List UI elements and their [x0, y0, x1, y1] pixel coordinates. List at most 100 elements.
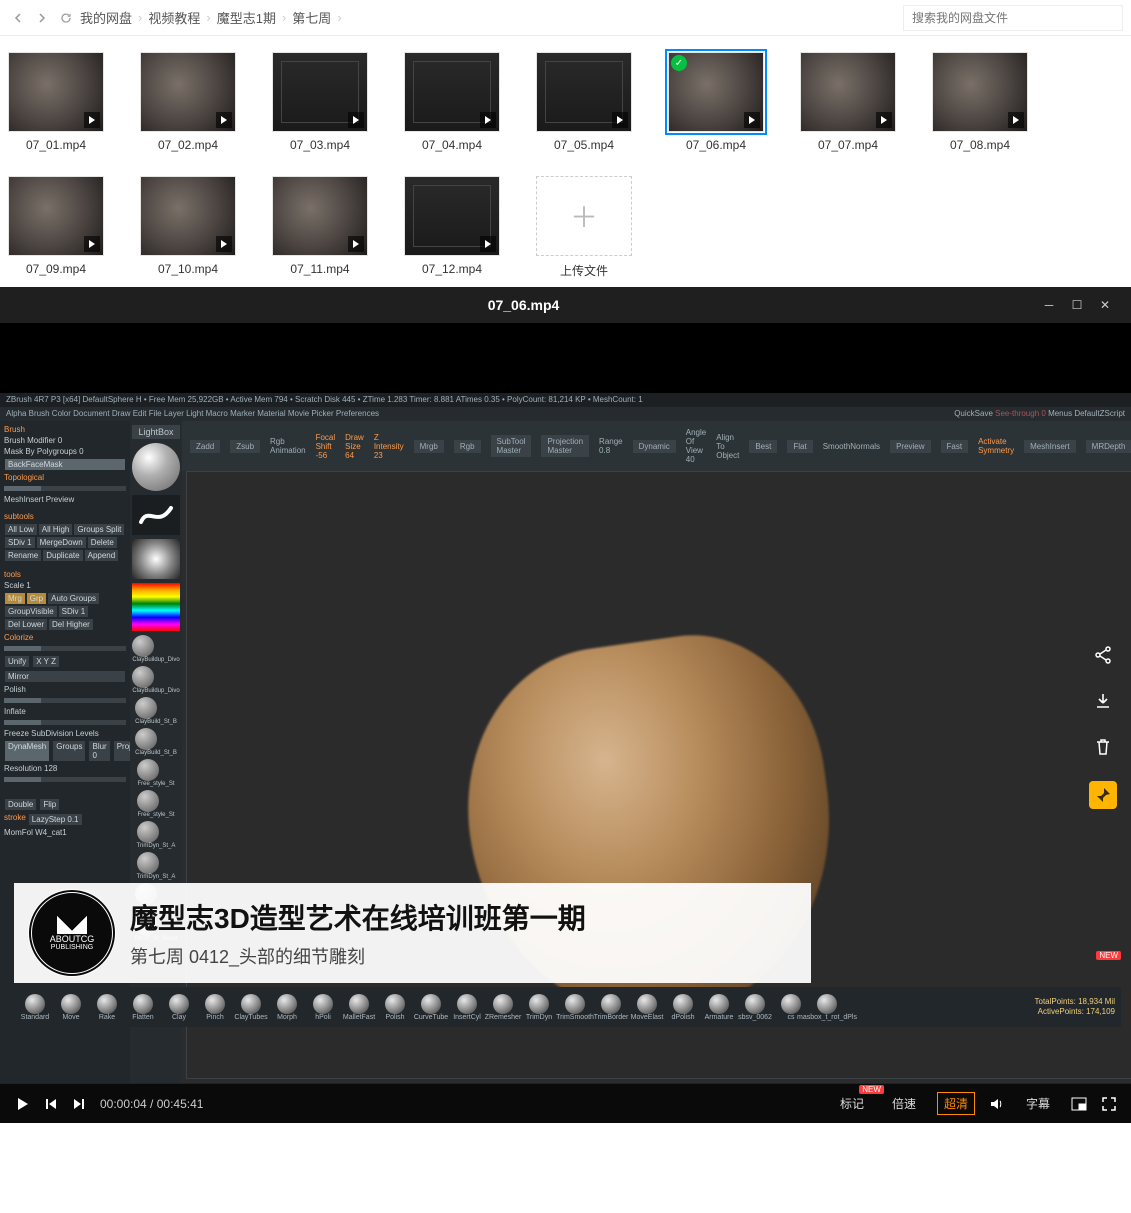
- file-tile[interactable]: 07_12.mp4: [404, 176, 500, 279]
- download-icon[interactable]: [1091, 689, 1115, 713]
- zb-focal[interactable]: Focal Shift -56: [316, 433, 336, 460]
- zb-brushrow-item[interactable]: dPolish: [668, 994, 698, 1021]
- zb-brushrow-item[interactable]: Rake: [92, 994, 122, 1021]
- zb-flat[interactable]: Flat: [787, 440, 812, 453]
- zb-brushrow-item[interactable]: TrimSmooth: [560, 994, 590, 1021]
- crumb-3[interactable]: 第七周: [292, 8, 331, 27]
- mark-button[interactable]: 标记: [833, 1092, 871, 1115]
- zb-drawsize[interactable]: Draw Size 64: [345, 433, 364, 460]
- zb-slider-b[interactable]: [4, 646, 126, 651]
- window-maximize[interactable]: ☐: [1063, 291, 1091, 319]
- prev-button[interactable]: [44, 1097, 58, 1111]
- file-thumb[interactable]: [536, 52, 632, 132]
- file-tile[interactable]: 07_08.mp4: [932, 52, 1028, 152]
- zb-brushrow-item[interactable]: Polish: [380, 994, 410, 1021]
- zb-zadd[interactable]: Zadd: [190, 440, 220, 453]
- zb-polish[interactable]: Polish: [4, 685, 126, 694]
- file-tile[interactable]: 07_05.mp4: [536, 52, 632, 152]
- zb-brushrow-item[interactable]: MoveElast: [632, 994, 662, 1021]
- nav-back[interactable]: [8, 8, 28, 28]
- file-thumb[interactable]: ✓: [668, 52, 764, 132]
- zb-brush-icon[interactable]: [132, 635, 154, 657]
- zb-brushrow-item[interactable]: ZRemesher: [488, 994, 518, 1021]
- file-tile[interactable]: 07_10.mp4: [140, 176, 236, 279]
- zb-slider-c[interactable]: [4, 698, 126, 703]
- zb-inflate[interactable]: Inflate: [4, 707, 126, 716]
- zb-range[interactable]: Range 0.8: [599, 437, 623, 455]
- play-button[interactable]: [14, 1096, 30, 1112]
- nav-fwd[interactable]: [32, 8, 52, 28]
- quality-button[interactable]: 超清: [937, 1092, 975, 1115]
- zb-mask[interactable]: Mask By Polygroups 0: [4, 447, 126, 456]
- subtitle-button[interactable]: 字幕: [1019, 1092, 1057, 1115]
- file-tile[interactable]: 07_02.mp4: [140, 52, 236, 152]
- zb-brushrow-item[interactable]: Flatten: [128, 994, 158, 1021]
- volume-icon[interactable]: [989, 1096, 1005, 1112]
- zb-mirror[interactable]: Mirror: [5, 671, 125, 682]
- crumb-1[interactable]: 视频教程: [148, 8, 200, 27]
- zb-left-btn[interactable]: Grp: [27, 593, 46, 604]
- file-thumb[interactable]: [8, 52, 104, 132]
- zb-left-btn[interactable]: Auto Groups: [48, 593, 99, 604]
- zb-brushrow-item[interactable]: MalletFast: [344, 994, 374, 1021]
- zb-subtoolmaster[interactable]: SubTool Master: [491, 435, 532, 457]
- zb-left-btn[interactable]: Del Higher: [49, 619, 93, 630]
- file-tile[interactable]: 07_09.mp4: [8, 176, 104, 279]
- zb-backface[interactable]: BackFaceMask: [5, 459, 125, 470]
- zb-projmaster[interactable]: Projection Master: [541, 435, 589, 457]
- file-thumb[interactable]: [404, 176, 500, 256]
- zb-mrgb[interactable]: Mrgb: [414, 440, 444, 453]
- zb-brushrow-item[interactable]: Standard: [20, 994, 50, 1021]
- upload-tile[interactable]: ＋上传文件: [536, 176, 632, 279]
- zb-left-btn[interactable]: GroupVisible: [5, 606, 57, 617]
- zb-brushrow-item[interactable]: Pinch: [200, 994, 230, 1021]
- zb-slider-d[interactable]: [4, 720, 126, 725]
- zb-brushrow-item[interactable]: CurveTube: [416, 994, 446, 1021]
- zb-left-btn[interactable]: Rename: [5, 550, 41, 561]
- file-thumb[interactable]: [8, 176, 104, 256]
- zb-actsym[interactable]: Activate Symmetry: [978, 437, 1014, 455]
- zb-double[interactable]: Double: [5, 799, 36, 810]
- zb-brush-icon[interactable]: [135, 697, 157, 719]
- zb-alpha-swatch[interactable]: [132, 539, 180, 579]
- nav-refresh[interactable]: [56, 8, 76, 28]
- zb-best[interactable]: Best: [749, 440, 777, 453]
- zb-brush-icon[interactable]: [137, 821, 159, 843]
- file-tile[interactable]: ✓07_06.mp4: [668, 52, 764, 152]
- zb-brushrow-item[interactable]: Armature: [704, 994, 734, 1021]
- zb-brush-icon[interactable]: [132, 666, 154, 688]
- zb-stroke-swatch[interactable]: [132, 495, 180, 535]
- window-minimize[interactable]: ─: [1035, 291, 1063, 319]
- zb-preview[interactable]: Preview: [890, 440, 930, 453]
- next-button[interactable]: [72, 1097, 86, 1111]
- zb-meshinsert-preview[interactable]: MeshInsert Preview: [4, 495, 126, 504]
- search-input[interactable]: [903, 5, 1123, 31]
- zb-mrdepth[interactable]: MRDepth: [1086, 440, 1131, 453]
- pip-icon[interactable]: [1071, 1097, 1087, 1111]
- zb-brushrow-item[interactable]: Clay: [164, 994, 194, 1021]
- zb-dynamesh[interactable]: DynaMesh: [5, 741, 49, 761]
- search-box[interactable]: [903, 5, 1123, 31]
- zb-left-btn[interactable]: All Low: [5, 524, 37, 535]
- zb-momfol[interactable]: MomFol W4_cat1: [4, 828, 126, 837]
- file-thumb[interactable]: [140, 52, 236, 132]
- zb-meshinsert[interactable]: MeshInsert: [1024, 440, 1076, 453]
- zb-brushrow-item[interactable]: sbsv_0062: [740, 994, 770, 1021]
- delete-icon[interactable]: [1091, 735, 1115, 759]
- upload-thumb[interactable]: ＋: [536, 176, 632, 256]
- zb-aov[interactable]: Angle Of View 40: [686, 428, 706, 464]
- zb-freeze[interactable]: Freeze SubDivision Levels: [4, 729, 126, 738]
- file-tile[interactable]: 07_11.mp4: [272, 176, 368, 279]
- crumb-0[interactable]: 我的网盘: [80, 8, 132, 27]
- zb-brush-icon[interactable]: [137, 852, 159, 874]
- zb-scale[interactable]: Scale 1: [4, 581, 126, 590]
- zb-lazystep[interactable]: LazyStep 0.1: [29, 814, 82, 825]
- window-close[interactable]: ✕: [1091, 291, 1119, 319]
- zb-align[interactable]: Align To Object: [716, 433, 739, 460]
- zb-left-btn[interactable]: SDiv 1: [5, 537, 35, 548]
- zb-left-btn[interactable]: Mrg: [5, 593, 25, 604]
- zb-brushrow-item[interactable]: Move: [56, 994, 86, 1021]
- fullscreen-icon[interactable]: [1101, 1096, 1117, 1112]
- file-thumb[interactable]: [404, 52, 500, 132]
- zb-menus[interactable]: Menus: [1048, 409, 1072, 418]
